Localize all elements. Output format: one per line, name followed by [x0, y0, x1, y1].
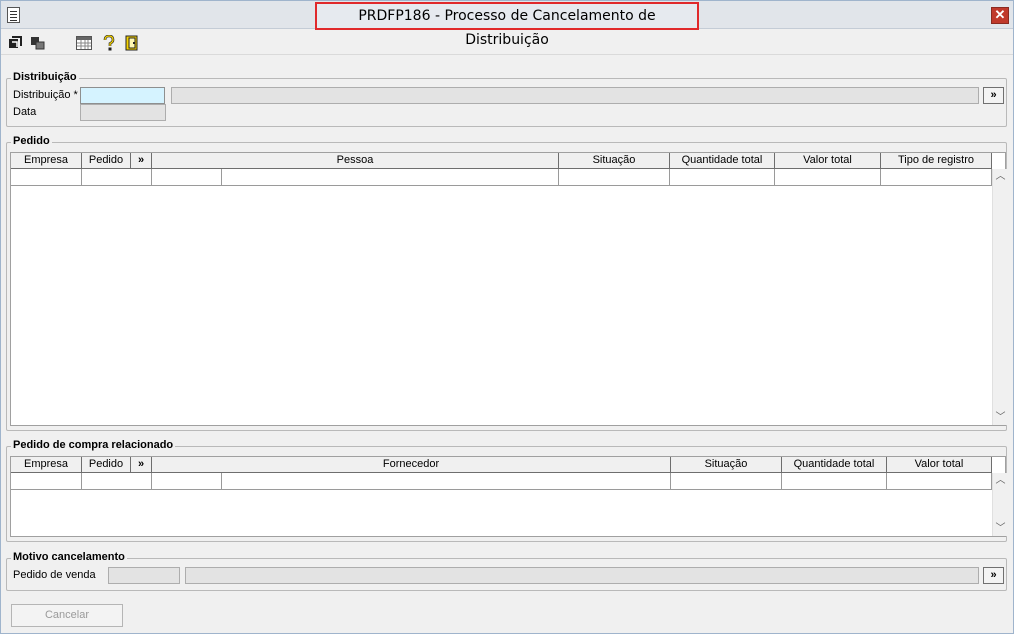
col-header-situacao[interactable]: Situação: [671, 457, 782, 473]
pedido-cell-empresa[interactable]: [11, 169, 82, 186]
compra-cell-situacao[interactable]: [671, 473, 782, 490]
execute-icon[interactable]: [7, 35, 23, 51]
col-header-pessoa[interactable]: Pessoa: [152, 153, 559, 169]
export-icon[interactable]: [29, 35, 45, 51]
col-header-empresa[interactable]: Empresa: [11, 153, 82, 169]
pedido-grid-scrollbar[interactable]: ︿ ﹀: [992, 169, 1007, 425]
compra-cell-fornecedor-code[interactable]: [152, 473, 222, 490]
compra-cell-quantidade-total[interactable]: [782, 473, 887, 490]
col-header-empresa[interactable]: Empresa: [11, 457, 82, 473]
scroll-up-icon[interactable]: ︿: [993, 169, 1008, 184]
window-title-highlight: PRDFP186 - Processo de Cancelamento de D…: [315, 2, 699, 48]
main-window: PRDFP186 - Processo de Cancelamento de D…: [0, 0, 1014, 634]
exit-door-icon[interactable]: [124, 35, 140, 51]
pedido-cell-pessoa-code[interactable]: [152, 169, 222, 186]
distribuicao-group: Distribuição Distribuição * » Data: [6, 71, 1007, 127]
distribuicao-label: Distribuição *: [13, 89, 78, 101]
pedido-compra-grid-header: Empresa Pedido » Fornecedor Situação Qua…: [11, 457, 992, 473]
col-header-tipo-registro[interactable]: Tipo de registro: [881, 153, 992, 169]
motivo-cancelamento-group: Motivo cancelamento Pedido de venda »: [6, 551, 1007, 591]
pedido-venda-label: Pedido de venda: [13, 569, 96, 581]
distribuicao-legend: Distribuição: [11, 71, 79, 83]
distribuicao-input[interactable]: [80, 87, 165, 104]
compra-cell-empresa[interactable]: [11, 473, 82, 490]
compra-cell-valor-total[interactable]: [887, 473, 992, 490]
col-header-quantidade-total[interactable]: Quantidade total: [670, 153, 775, 169]
motivo-lookup-button[interactable]: »: [983, 567, 1004, 584]
title-bar: PRDFP186 - Processo de Cancelamento de D…: [1, 1, 1013, 48]
close-button[interactable]: ✕: [991, 7, 1009, 24]
motivo-description-field: [185, 567, 979, 584]
distribuicao-description-field: [171, 87, 979, 104]
pedido-cell-pedido[interactable]: [82, 169, 152, 186]
help-icon[interactable]: [101, 35, 117, 51]
col-header-valor-total[interactable]: Valor total: [887, 457, 992, 473]
pedido-cell-pessoa-name[interactable]: [222, 169, 559, 186]
col-header-situacao[interactable]: Situação: [559, 153, 670, 169]
compra-cell-pedido[interactable]: [82, 473, 152, 490]
distribuicao-lookup-button[interactable]: »: [983, 87, 1004, 104]
document-icon[interactable]: [7, 7, 20, 23]
col-header-expand-button[interactable]: »: [131, 457, 152, 473]
compra-cell-fornecedor-name[interactable]: [222, 473, 671, 490]
col-header-quantidade-total[interactable]: Quantidade total: [782, 457, 887, 473]
pedido-group: Pedido Empresa Pedido » Pessoa Situação …: [6, 135, 1007, 431]
pedido-cell-situacao[interactable]: [559, 169, 670, 186]
calendar-grid-icon[interactable]: [76, 35, 92, 51]
data-field: [80, 104, 166, 121]
col-header-pedido[interactable]: Pedido: [82, 457, 131, 473]
motivo-legend: Motivo cancelamento: [11, 551, 127, 563]
scroll-up-icon[interactable]: ︿: [993, 473, 1008, 488]
col-header-expand-button[interactable]: »: [131, 153, 152, 169]
pedido-compra-grid-scrollbar[interactable]: ︿ ﹀: [992, 473, 1007, 536]
scroll-down-icon[interactable]: ﹀: [993, 521, 1008, 536]
pedido-compra-grid[interactable]: Empresa Pedido » Fornecedor Situação Qua…: [10, 456, 1007, 537]
pedido-compra-legend: Pedido de compra relacionado: [11, 439, 176, 451]
col-header-fornecedor[interactable]: Fornecedor: [152, 457, 671, 473]
pedido-legend: Pedido: [11, 135, 52, 147]
col-header-pedido[interactable]: Pedido: [82, 153, 131, 169]
data-label: Data: [13, 106, 37, 118]
pedido-compra-group: Pedido de compra relacionado Empresa Ped…: [6, 439, 1007, 542]
pedido-grid[interactable]: Empresa Pedido » Pessoa Situação Quantid…: [10, 152, 1007, 426]
pedido-cell-quantidade-total[interactable]: [670, 169, 775, 186]
pedido-cell-valor-total[interactable]: [775, 169, 881, 186]
cancel-button[interactable]: Cancelar: [11, 604, 123, 627]
pedido-grid-header: Empresa Pedido » Pessoa Situação Quantid…: [11, 153, 992, 169]
toolbar: [1, 31, 1013, 55]
col-header-valor-total[interactable]: Valor total: [775, 153, 881, 169]
scroll-down-icon[interactable]: ﹀: [993, 410, 1008, 425]
pedido-venda-field: [108, 567, 180, 584]
pedido-cell-tipo-registro[interactable]: [881, 169, 992, 186]
